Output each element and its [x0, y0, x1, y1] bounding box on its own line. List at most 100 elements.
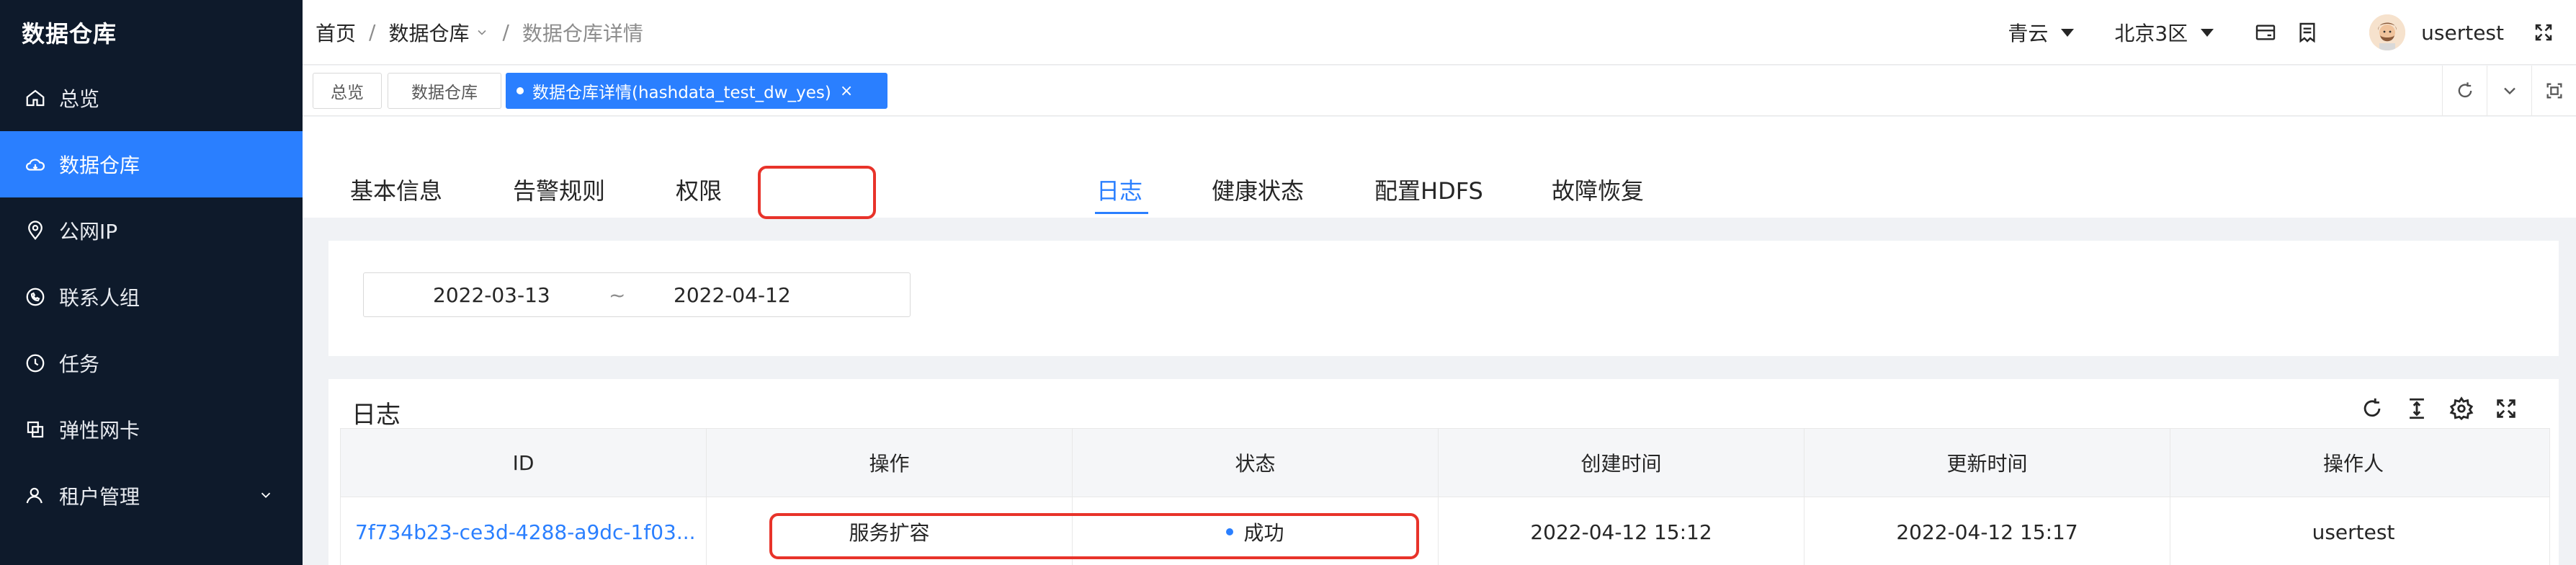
tab-permissions[interactable]: 权限 — [676, 173, 722, 206]
tab-basic-info[interactable]: 基本信息 — [350, 173, 442, 206]
column-header-operator[interactable]: 操作人 — [2170, 429, 2536, 497]
filter-card: 2022-03-13 ~ 2022-04-12 — [328, 241, 2559, 356]
maximize-icon — [2546, 83, 2562, 99]
tab-logs[interactable]: 日志 — [1096, 173, 1142, 206]
column-header-id[interactable]: ID — [341, 429, 707, 497]
caret-down-icon — [2201, 28, 2214, 37]
highlight-box — [769, 513, 1419, 559]
avatar[interactable] — [2369, 14, 2406, 50]
date-separator: ~ — [609, 283, 626, 307]
sidebar-item-data-warehouse[interactable]: 数据仓库 — [0, 131, 303, 197]
cell-operator: usertest — [2312, 520, 2395, 544]
active-dot — [516, 87, 524, 94]
cloud-icon — [26, 159, 45, 171]
region-selector[interactable]: 北京3区 — [2114, 18, 2214, 47]
sidebar-item-tasks[interactable]: 任务 — [0, 330, 303, 396]
sidebar-item-label: 弹性网卡 — [59, 419, 140, 442]
column-header-operation[interactable]: 操作 — [707, 429, 1073, 497]
region-selector-value: 北京3区 — [2114, 22, 2188, 45]
cell-updated-time: 2022-04-12 15:17 — [1804, 497, 2170, 565]
tab-health-status[interactable]: 健康状态 — [1212, 173, 1304, 206]
tab-configure-hdfs[interactable]: 配置HDFS — [1374, 173, 1483, 206]
breadcrumb: 首页 / 数据仓库 / 数据仓库详情 — [303, 18, 643, 47]
document-icon[interactable] — [2296, 21, 2319, 44]
sidebar-item-contact-group[interactable]: 联系人组 — [0, 264, 303, 330]
fullscreen-icon[interactable] — [2494, 396, 2518, 421]
close-icon[interactable]: × — [840, 82, 853, 100]
breadcrumb-home[interactable]: 首页 — [316, 18, 356, 47]
sidebar-nav: 总览 数据仓库 公网IP 联系人组 任务 弹性网卡 租户管理 — [0, 65, 303, 529]
tab-menu-button[interactable] — [2487, 66, 2531, 116]
tab-alert-rules[interactable]: 告警规则 — [513, 173, 605, 206]
tab-fault-recovery[interactable]: 故障恢复 — [1552, 173, 1644, 206]
nic-icon — [27, 421, 44, 438]
detail-tabs: 基本信息 告警规则 权限 日志 健康状态 配置HDFS 故障恢复 — [303, 117, 2576, 218]
tab-data-warehouse-detail[interactable]: 数据仓库详情(hashdata_test_dw_yes) × — [506, 73, 887, 109]
sidebar-item-label: 任务 — [59, 352, 100, 376]
log-toolbar — [2340, 396, 2518, 421]
brand-title: 数据仓库 — [22, 20, 117, 48]
refresh-tab-button[interactable] — [2442, 66, 2487, 116]
sidebar-item-public-ip[interactable]: 公网IP — [0, 197, 303, 264]
tab-label: 数据仓库详情(hashdata_test_dw_yes) — [532, 84, 831, 102]
sidebar-item-elastic-nic[interactable]: 弹性网卡 — [0, 396, 303, 463]
sidebar-item-label: 数据仓库 — [59, 154, 140, 177]
username[interactable]: usertest — [2421, 21, 2504, 45]
column-header-created-time[interactable]: 创建时间 — [1439, 429, 1804, 497]
breadcrumb-separator: / — [369, 20, 376, 44]
tab-label: 数据仓库 — [411, 84, 478, 102]
table-header: ID 操作 状态 创建时间 更新时间 操作人 — [340, 428, 2550, 497]
maximize-button[interactable] — [2531, 66, 2576, 116]
location-icon — [28, 221, 43, 241]
caret-down-icon — [2061, 28, 2075, 37]
sidebar-item-label: 租户管理 — [59, 485, 140, 509]
sidebar: 数据仓库 总览 数据仓库 公网IP 联系人组 任务 弹性网卡 租户管理 — [0, 0, 303, 565]
contact-icon — [26, 288, 45, 306]
user-icon — [26, 487, 43, 504]
start-date: 2022-03-13 — [433, 283, 550, 307]
page-tab-bar: 总览 数据仓库 数据仓库详情(hashdata_test_dw_yes) × — [303, 66, 2576, 116]
billing-card-icon[interactable] — [2254, 21, 2277, 44]
sidebar-item-label: 公网IP — [59, 220, 118, 244]
gear-icon[interactable] — [2449, 396, 2474, 421]
tab-overview[interactable]: 总览 — [313, 73, 382, 109]
tab-tools — [2442, 66, 2576, 116]
table-row: 7f734b23-ce3d-4288-a9dc-1f03... 服务扩容 成功 … — [340, 497, 2550, 565]
sidebar-item-overview[interactable]: 总览 — [0, 65, 303, 131]
log-id-link[interactable]: 7f734b23-ce3d-4288-a9dc-1f03... — [355, 520, 696, 544]
tab-label: 总览 — [331, 84, 364, 102]
chevron-down-icon[interactable] — [258, 487, 274, 503]
log-table: ID 操作 状态 创建时间 更新时间 操作人 7f734b23-ce3d-428… — [340, 428, 2550, 565]
log-title: 日志 — [352, 401, 401, 430]
breadcrumb-data-warehouse[interactable]: 数据仓库 — [388, 18, 469, 47]
tab-data-warehouse[interactable]: 数据仓库 — [388, 73, 501, 109]
highlight-box — [758, 166, 876, 219]
end-date: 2022-04-12 — [674, 283, 791, 307]
avatar-icon — [2369, 14, 2406, 50]
log-card: 日志 ID 操作 状态 创建时间 更新时间 操作人 7f734b23-ce3d-… — [328, 379, 2559, 565]
sidebar-item-tenant-management[interactable]: 租户管理 — [0, 463, 303, 529]
active-tab-indicator — [1095, 212, 1148, 214]
column-header-status[interactable]: 状态 — [1073, 429, 1439, 497]
chevron-down-icon — [2503, 87, 2515, 95]
fullscreen-icon[interactable] — [2533, 22, 2554, 43]
cell-id: 7f734b23-ce3d-4288-a9dc-1f03... — [341, 497, 707, 565]
home-icon — [26, 89, 45, 107]
cloud-selector[interactable]: 青云 — [2008, 18, 2075, 47]
sidebar-item-label: 联系人组 — [59, 286, 140, 310]
cloud-selector-value: 青云 — [2008, 22, 2049, 45]
refresh-icon[interactable] — [2360, 396, 2384, 421]
breadcrumb-separator: / — [502, 20, 509, 44]
cell-created-time: 2022-04-12 15:12 — [1439, 497, 1804, 565]
breadcrumb-current: 数据仓库详情 — [522, 21, 643, 45]
header-right: 青云 北京3区 usertest — [2008, 0, 2576, 65]
date-range-picker[interactable]: 2022-03-13 ~ 2022-04-12 — [363, 272, 911, 317]
app-root: 数据仓库 总览 数据仓库 公网IP 联系人组 任务 弹性网卡 租户管理 首页 /… — [0, 0, 2576, 565]
clock-icon — [26, 354, 45, 373]
chevron-down-icon[interactable] — [475, 25, 489, 40]
column-height-icon[interactable] — [2405, 396, 2429, 421]
top-header: 首页 / 数据仓库 / 数据仓库详情 青云 北京3区 usertest — [303, 0, 2576, 65]
column-header-updated-time[interactable]: 更新时间 — [1804, 429, 2170, 497]
refresh-icon — [2458, 82, 2472, 98]
sidebar-item-label: 总览 — [59, 87, 100, 111]
